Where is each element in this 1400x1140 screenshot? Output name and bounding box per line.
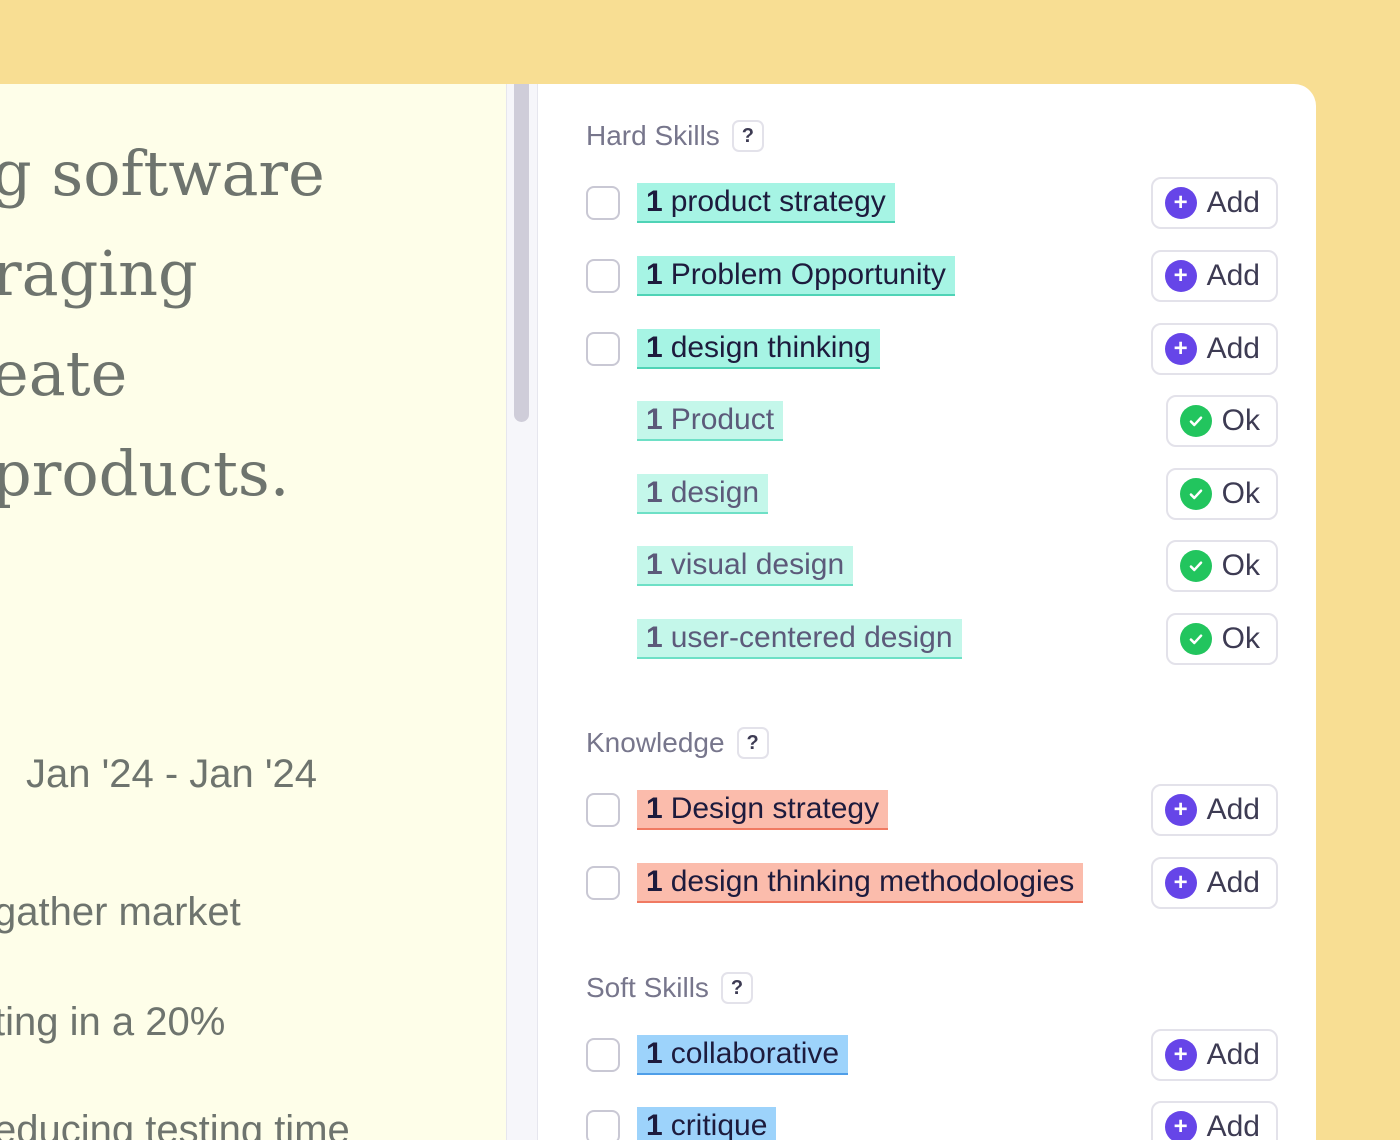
skill-checkbox[interactable]	[586, 259, 620, 293]
plus-circle-icon: +	[1164, 794, 1197, 826]
skill-row: 1 Product Ok	[538, 393, 1316, 449]
skill-checkbox[interactable]	[586, 332, 620, 366]
plus-circle-icon: +	[1164, 260, 1197, 292]
skill-row: 1 product strategy + Add	[538, 175, 1316, 231]
section-title-hard-skills: Hard Skills ?	[586, 120, 764, 152]
section-title-text: Knowledge	[586, 727, 725, 758]
plus-circle-icon: +	[1164, 1111, 1197, 1140]
plus-circle-icon: +	[1164, 333, 1197, 365]
skills-panel: Hard Skills ? 1 product strategy + Add 1 Pr…	[538, 84, 1316, 1140]
check-circle-icon	[1179, 478, 1212, 510]
ok-button[interactable]: Ok	[1165, 540, 1278, 592]
resume-body-line: educing testing time	[0, 1108, 350, 1140]
skill-tag: 1 design thinking	[637, 329, 880, 369]
check-circle-icon	[1179, 550, 1212, 582]
resume-heading: g software raging eate products.	[0, 124, 325, 524]
skill-tag: 1 critique	[637, 1107, 777, 1140]
skill-row: 1 Design strategy + Add	[538, 782, 1316, 838]
skill-row: 1 critique + Add	[538, 1099, 1316, 1140]
help-icon[interactable]: ?	[736, 727, 769, 759]
resume-heading-line: g software	[0, 137, 325, 210]
section-title-knowledge: Knowledge ?	[586, 727, 769, 759]
section-title-soft-skills: Soft Skills ?	[586, 972, 753, 1004]
check-circle-icon	[1179, 623, 1212, 655]
add-button[interactable]: + Add	[1150, 177, 1278, 229]
resume-date: Jan '24 - Jan '24	[26, 752, 318, 796]
add-button[interactable]: + Add	[1150, 1101, 1278, 1140]
skill-tag: 1 design thinking methodologies	[637, 863, 1084, 903]
skill-tag: 1 Problem Opportunity	[637, 256, 955, 296]
scrollbar-track[interactable]	[506, 84, 538, 1140]
skill-row: 1 design thinking methodologies + Add	[538, 855, 1316, 911]
skill-row: 1 collaborative + Add	[538, 1027, 1316, 1083]
skill-tag: 1 product strategy	[637, 183, 895, 223]
skill-tag: 1 user-centered design	[637, 619, 962, 659]
skill-tag: 1 Design strategy	[637, 790, 889, 830]
scrollbar-thumb[interactable]	[514, 84, 529, 422]
plus-circle-icon: +	[1164, 187, 1197, 219]
add-button[interactable]: + Add	[1150, 857, 1278, 909]
skill-checkbox[interactable]	[586, 793, 620, 827]
skill-checkbox[interactable]	[586, 1110, 620, 1140]
skill-tag: 1 collaborative	[637, 1035, 849, 1075]
resume-body-line: gather market	[0, 890, 241, 934]
resume-preview: g software raging eate products. Jan '24…	[0, 84, 506, 1140]
add-button[interactable]: + Add	[1150, 784, 1278, 836]
help-icon[interactable]: ?	[731, 120, 764, 152]
skill-tag: 1 Product	[637, 401, 784, 441]
resume-body-line: ting in a 20%	[0, 1000, 226, 1044]
help-icon[interactable]: ?	[720, 972, 753, 1004]
skill-row: 1 design Ok	[538, 466, 1316, 522]
skill-checkbox[interactable]	[586, 866, 620, 900]
section-title-text: Soft Skills	[586, 972, 709, 1003]
skill-row: 1 design thinking + Add	[538, 321, 1316, 377]
resume-heading-line: eate	[0, 337, 128, 410]
ok-button[interactable]: Ok	[1165, 468, 1278, 520]
ok-button[interactable]: Ok	[1165, 395, 1278, 447]
skill-tag: 1 design	[637, 474, 769, 514]
skill-checkbox[interactable]	[586, 1038, 620, 1072]
add-button[interactable]: + Add	[1150, 323, 1278, 375]
resume-heading-line: products.	[0, 437, 290, 510]
skill-row: 1 Problem Opportunity + Add	[538, 248, 1316, 304]
ok-button[interactable]: Ok	[1165, 613, 1278, 665]
skill-row: 1 visual design Ok	[538, 538, 1316, 594]
check-circle-icon	[1179, 405, 1212, 437]
resume-heading-line: raging	[0, 237, 198, 310]
skill-checkbox[interactable]	[586, 186, 620, 220]
section-title-text: Hard Skills	[586, 120, 720, 151]
add-button[interactable]: + Add	[1150, 250, 1278, 302]
plus-circle-icon: +	[1164, 867, 1197, 899]
add-button[interactable]: + Add	[1150, 1029, 1278, 1081]
plus-circle-icon: +	[1164, 1039, 1197, 1071]
skill-tag: 1 visual design	[637, 546, 854, 586]
skill-row: 1 user-centered design Ok	[538, 611, 1316, 667]
